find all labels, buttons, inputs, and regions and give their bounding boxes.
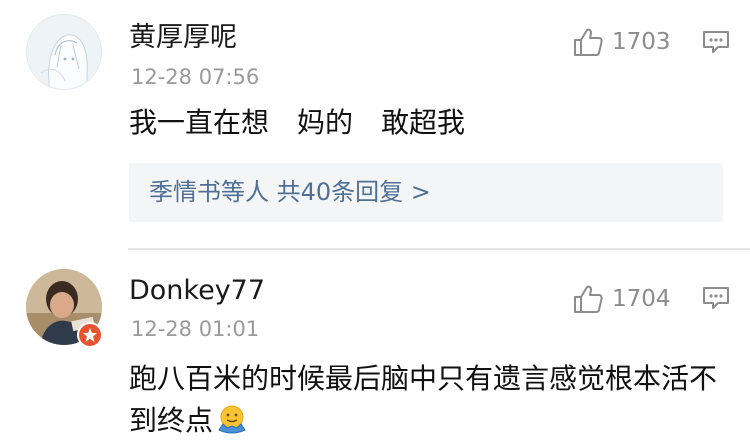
- comment-text: 我一直在想 妈的 敢超我: [129, 106, 466, 139]
- comment-bubble-icon: [703, 31, 729, 53]
- like-button[interactable]: 1704: [572, 283, 671, 315]
- username[interactable]: 黄厚厚呢: [129, 21, 237, 55]
- like-count: 1703: [612, 29, 671, 55]
- thumbs-up-icon: [574, 285, 603, 313]
- timestamp: 12-28 01:01: [131, 317, 260, 341]
- like-button[interactable]: 1703: [572, 26, 671, 58]
- reply-button[interactable]: [702, 30, 730, 58]
- comment-bubble-icon: [703, 287, 729, 309]
- comment-item: Donkey77 12-28 01:01 1704 跑八百米的时候最后脑中只有遗…: [0, 250, 750, 448]
- comment-item: 黄厚厚呢 12-28 07:56 1703 我一直在想 妈的 敢超我 季情书等人…: [0, 0, 750, 248]
- reply-button[interactable]: [702, 286, 730, 314]
- shrug-emoji-icon: [218, 405, 246, 434]
- comment-text: 跑八百米的时候最后脑中只有遗言感觉根本活不到终点: [129, 358, 719, 442]
- username[interactable]: Donkey77: [129, 274, 265, 308]
- like-count: 1704: [612, 286, 671, 312]
- avatar[interactable]: [26, 14, 102, 90]
- verified-badge-icon: [77, 322, 103, 348]
- replies-summary[interactable]: 季情书等人 共40条回复 >: [129, 163, 723, 222]
- replies-link[interactable]: 季情书等人 共40条回复 >: [149, 163, 431, 222]
- anime-avatar-image: [27, 15, 101, 89]
- timestamp: 12-28 07:56: [131, 65, 260, 89]
- thumbs-up-icon: [574, 28, 603, 56]
